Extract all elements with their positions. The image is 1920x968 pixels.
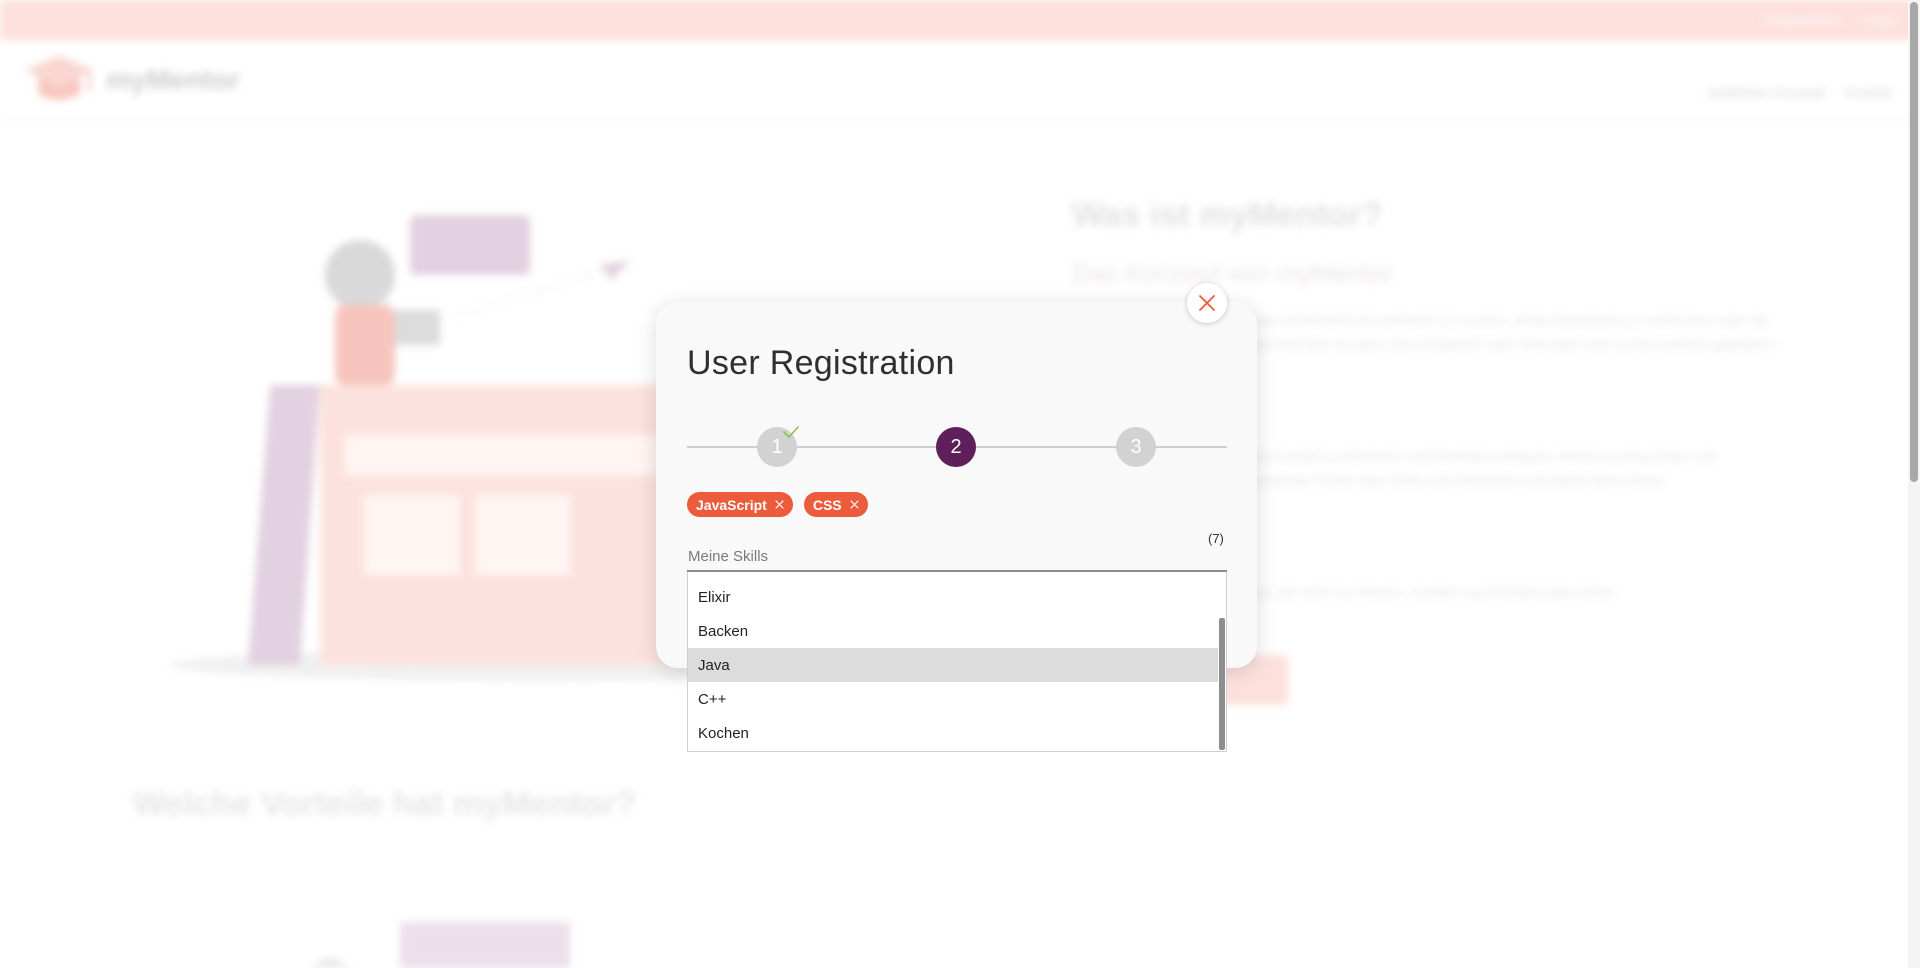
close-button[interactable] — [1187, 283, 1227, 323]
modal-title: User Registration — [687, 344, 955, 382]
selected-skills: JavaScript CSS — [687, 492, 868, 517]
skill-chip-javascript: JavaScript — [687, 492, 793, 517]
skill-chip-label: CSS — [812, 496, 842, 513]
dropdown-option[interactable]: Backen — [688, 614, 1218, 648]
check-icon — [783, 426, 799, 439]
step-2-indicator[interactable]: 2 — [936, 427, 976, 467]
skill-chip-css: CSS — [803, 492, 868, 517]
dropdown-option[interactable]: Elixir — [688, 580, 1218, 614]
skills-counter: (7) — [1208, 531, 1224, 546]
close-icon — [1199, 295, 1215, 311]
step-3-indicator[interactable]: 3 — [1116, 427, 1156, 467]
remove-icon[interactable] — [850, 500, 859, 509]
page-scrollbar[interactable] — [1908, 0, 1920, 968]
dropdown-option[interactable]: Java — [688, 648, 1218, 682]
dropdown-option[interactable]: Kochen — [688, 716, 1218, 750]
dropdown-scrollbar[interactable] — [1218, 572, 1226, 751]
skill-chip-label: JavaScript — [696, 496, 767, 513]
skills-input[interactable] — [687, 545, 1227, 572]
skills-dropdown: Elixir Backen Java C++ Kochen — [687, 572, 1227, 752]
dropdown-scrollbar-thumb[interactable] — [1219, 618, 1225, 750]
remove-icon[interactable] — [775, 500, 784, 509]
dropdown-option[interactable]: C++ — [688, 682, 1218, 716]
page-scrollbar-thumb[interactable] — [1910, 2, 1918, 482]
